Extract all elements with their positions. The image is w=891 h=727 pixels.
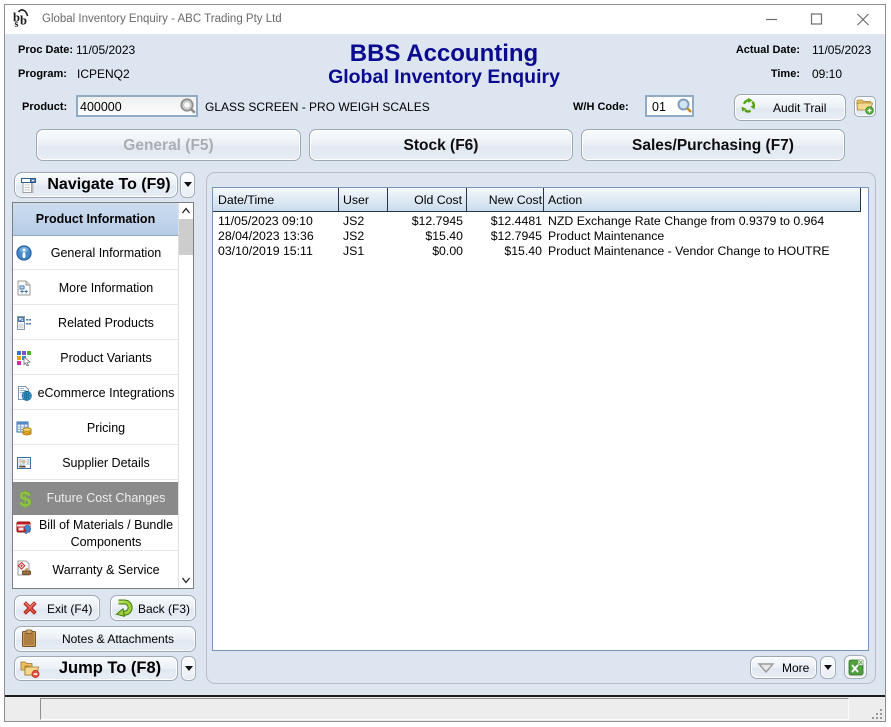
svg-text:s: s xyxy=(15,19,19,28)
svg-text:b: b xyxy=(20,14,27,28)
svg-text:++: ++ xyxy=(20,289,28,296)
